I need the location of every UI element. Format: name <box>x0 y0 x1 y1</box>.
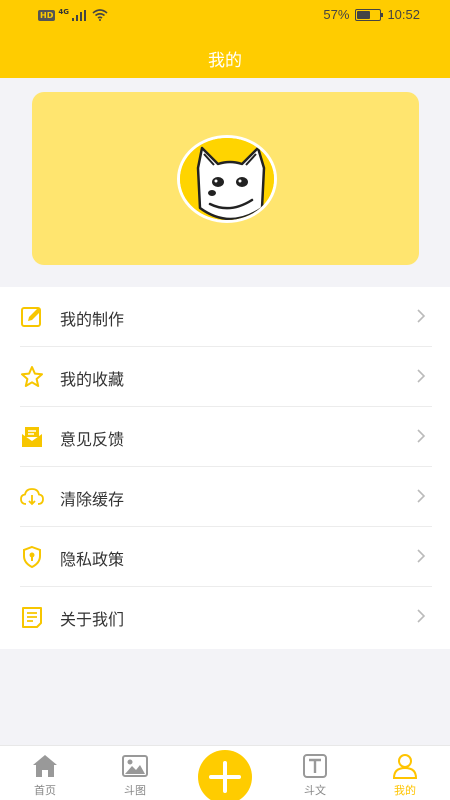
text-icon <box>303 754 327 778</box>
battery-icon <box>355 8 384 21</box>
status-right: 57% 10:52 <box>323 7 420 22</box>
menu-list: 我的制作 我的收藏 意见反馈 清除缓存 隐私政策 关于我们 <box>0 287 450 649</box>
menu-item-label: 意见反馈 <box>60 430 125 449</box>
add-button[interactable] <box>198 750 252 800</box>
chevron-right-icon <box>417 429 426 443</box>
tab-label: 我的 <box>394 784 416 797</box>
chevron-right-icon <box>417 309 426 323</box>
menu-item-about-us[interactable]: 关于我们 <box>0 587 450 647</box>
tab-label: 首页 <box>34 784 56 797</box>
menu-item-label: 清除缓存 <box>60 490 125 509</box>
clock: 10:52 <box>387 7 420 22</box>
user-icon <box>392 754 418 779</box>
tab-mine[interactable]: 我的 <box>360 746 450 800</box>
menu-item-feedback[interactable]: 意见反馈 <box>0 407 450 467</box>
cellular-signal-icon <box>71 9 86 21</box>
menu-item-label: 关于我们 <box>60 610 125 629</box>
profile-card[interactable] <box>32 92 419 265</box>
menu-item-label: 我的收藏 <box>60 370 125 389</box>
menu-item-label: 隐私政策 <box>60 550 125 569</box>
tab-meme-text[interactable]: 斗文 <box>270 746 360 800</box>
battery-percent: 57% <box>323 7 350 22</box>
menu-item-my-favorites[interactable]: 我的收藏 <box>0 347 450 407</box>
page-title: 我的 <box>208 51 242 71</box>
chevron-right-icon <box>417 549 426 563</box>
menu-item-privacy-policy[interactable]: 隐私政策 <box>0 527 450 587</box>
cloud-download-icon <box>20 488 44 506</box>
chevron-right-icon <box>417 609 426 623</box>
edit-icon <box>21 307 41 327</box>
network-type: 4G <box>58 8 69 16</box>
menu-item-clear-cache[interactable]: 清除缓存 <box>0 467 450 527</box>
chevron-right-icon <box>417 489 426 503</box>
signal-indicators: HD 4G <box>38 8 108 21</box>
mail-icon <box>22 427 42 447</box>
tab-label: 斗图 <box>124 784 146 797</box>
top-header: HD 4G 57% 10:52 我的 <box>0 0 450 78</box>
hd-badge: HD <box>38 9 56 21</box>
chevron-right-icon <box>417 369 426 383</box>
menu-item-label: 我的制作 <box>60 310 125 329</box>
wifi-icon <box>92 9 108 21</box>
plus-icon <box>209 761 241 793</box>
avatar[interactable] <box>177 135 277 223</box>
menu-item-my-creations[interactable]: 我的制作 <box>0 287 450 347</box>
status-bar: HD 4G 57% 10:52 <box>0 0 450 32</box>
tab-meme-images[interactable]: 斗图 <box>90 746 180 800</box>
home-icon <box>33 755 57 777</box>
doge-avatar-icon <box>180 138 274 220</box>
tab-home[interactable]: 首页 <box>0 746 90 800</box>
document-icon <box>22 607 42 628</box>
image-icon <box>122 755 148 777</box>
shield-icon <box>23 545 41 569</box>
tab-label: 斗文 <box>304 784 326 797</box>
star-icon <box>21 366 43 387</box>
